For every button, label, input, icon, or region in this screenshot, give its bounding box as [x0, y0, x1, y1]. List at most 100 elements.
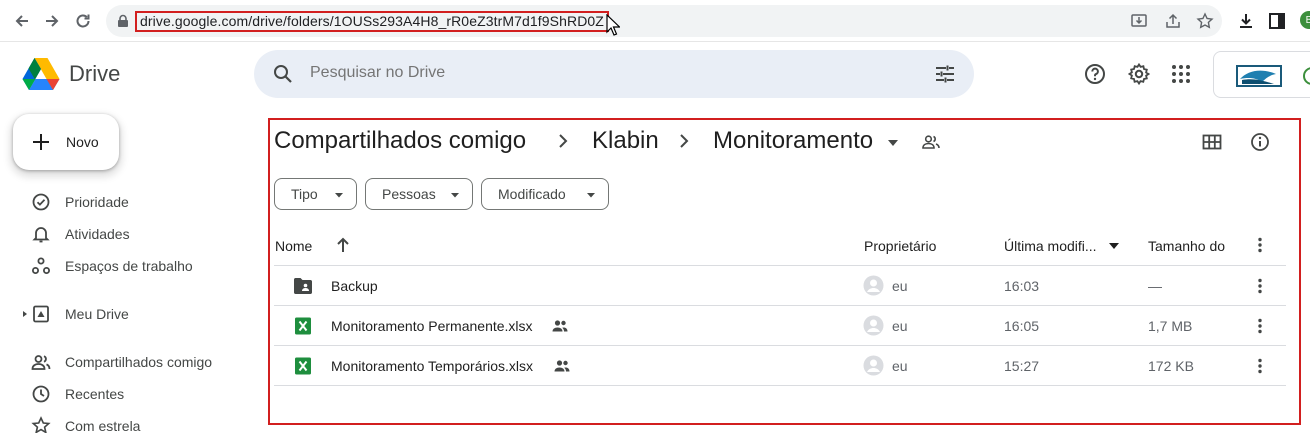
- sidebar-item-recent[interactable]: Recentes: [0, 379, 245, 409]
- sidebar-item-label: Recentes: [65, 386, 125, 402]
- sidebar-item-my-drive[interactable]: Meu Drive: [0, 299, 245, 329]
- app-title[interactable]: Drive: [69, 61, 120, 87]
- search-options-icon[interactable]: [934, 63, 956, 85]
- column-options-kebab-icon[interactable]: [1250, 235, 1270, 255]
- owner-avatar-icon: [863, 355, 884, 376]
- sort-dropdown-caret-icon[interactable]: [1108, 242, 1120, 250]
- sidebar-item-label: Meu Drive: [65, 306, 129, 322]
- breadcrumb-item[interactable]: Compartilhados comigo: [274, 127, 526, 155]
- install-app-icon[interactable]: [1130, 12, 1148, 30]
- divider: [274, 385, 1286, 386]
- plus-icon: [33, 134, 49, 150]
- folder-menu-caret-icon[interactable]: [887, 137, 899, 149]
- expand-caret-icon[interactable]: [21, 310, 29, 318]
- sidebar-item-label: Compartilhados comigo: [65, 354, 213, 370]
- account-avatar-icon: [1303, 67, 1310, 85]
- drive-page: drive.google.com/drive/folders/1OUSs293A…: [0, 0, 1310, 433]
- shared-people-icon: [552, 320, 568, 332]
- sidebar-item-shared-with-me[interactable]: Compartilhados comigo: [0, 347, 245, 377]
- file-name[interactable]: Monitoramento Permanente.xlsx: [331, 318, 533, 334]
- chevron-right-icon: [680, 134, 689, 148]
- sidebar-item-label: Espaços de trabalho: [65, 258, 193, 274]
- file-size: —: [1148, 278, 1162, 294]
- forward-icon[interactable]: [40, 9, 64, 33]
- file-owner: eu: [892, 358, 908, 374]
- back-icon[interactable]: [10, 9, 34, 33]
- sidebar-item-label: Com estrela: [65, 418, 141, 433]
- filter-chip-label: Tipo: [291, 186, 318, 202]
- file-name[interactable]: Backup: [331, 278, 378, 294]
- apps-grid-icon[interactable]: [1170, 63, 1192, 85]
- breadcrumb-current-folder[interactable]: Monitoramento: [713, 127, 873, 155]
- settings-gear-icon[interactable]: [1128, 63, 1150, 85]
- downloads-icon[interactable]: [1236, 11, 1256, 31]
- spreadsheet-icon: [295, 357, 311, 375]
- sidebar-item-activities[interactable]: Atividades: [0, 219, 245, 249]
- search-icon[interactable]: [272, 63, 294, 85]
- sort-ascending-arrow-icon[interactable]: [335, 236, 351, 254]
- owner-avatar-icon: [863, 315, 884, 336]
- chevron-down-icon: [587, 193, 595, 198]
- shared-folder-icon[interactable]: [921, 132, 941, 152]
- url-text[interactable]: drive.google.com/drive/folders/1OUSs293A…: [135, 11, 609, 32]
- file-size: 172 KB: [1148, 358, 1194, 374]
- chevron-right-icon: [559, 134, 568, 148]
- column-header-owner[interactable]: Proprietário: [864, 238, 936, 254]
- browser-toolbar: drive.google.com/drive/folders/1OUSs293A…: [0, 0, 1310, 42]
- file-name[interactable]: Monitoramento Temporários.xlsx: [331, 358, 533, 374]
- file-row[interactable]: Monitoramento Temporários.xlsx eu 15:27 …: [274, 346, 1286, 386]
- workspaces-icon: [32, 257, 50, 274]
- drive-logo-icon[interactable]: [22, 57, 60, 90]
- search-input[interactable]: [310, 64, 910, 82]
- filter-modified-chip[interactable]: Modificado: [481, 178, 609, 210]
- reload-icon[interactable]: [71, 9, 95, 33]
- shared-icon: [31, 355, 51, 370]
- sidebar-item-label: Atividades: [65, 226, 130, 242]
- file-size: 1,7 MB: [1148, 318, 1193, 334]
- chevron-down-icon: [335, 193, 343, 198]
- address-bar[interactable]: drive.google.com/drive/folders/1OUSs293A…: [106, 5, 1222, 37]
- column-header-size[interactable]: Tamanho do: [1148, 238, 1225, 254]
- clock-icon: [32, 385, 50, 403]
- priority-icon: [32, 193, 50, 211]
- filter-type-chip[interactable]: Tipo: [274, 178, 357, 210]
- file-row[interactable]: Monitoramento Permanente.xlsx eu 16:05 1…: [274, 306, 1286, 346]
- owner-avatar-icon: [863, 275, 884, 296]
- filter-chip-label: Modificado: [498, 186, 566, 202]
- bookmark-star-icon[interactable]: [1196, 12, 1214, 30]
- more-actions-kebab-icon[interactable]: [1250, 356, 1270, 376]
- more-actions-kebab-icon[interactable]: [1250, 276, 1270, 296]
- search-bar[interactable]: [254, 50, 974, 98]
- column-header-name[interactable]: Nome: [275, 238, 312, 254]
- sidebar-item-priority[interactable]: Prioridade: [0, 187, 245, 217]
- info-icon[interactable]: [1249, 131, 1271, 153]
- new-button-label: Novo: [66, 134, 99, 150]
- file-modified: 16:03: [1004, 278, 1040, 294]
- file-owner: eu: [892, 278, 908, 294]
- my-drive-icon: [33, 305, 49, 323]
- bell-icon: [32, 227, 50, 243]
- account-switcher[interactable]: [1213, 51, 1310, 98]
- organization-logo-icon: [1236, 65, 1282, 87]
- shared-folder-icon: [294, 278, 312, 294]
- side-panel-icon[interactable]: [1267, 11, 1287, 31]
- mouse-cursor-icon: [606, 14, 620, 36]
- help-icon[interactable]: [1084, 63, 1106, 85]
- file-row[interactable]: Backup eu 16:03 —: [274, 266, 1286, 306]
- file-modified: 15:27: [1004, 358, 1040, 374]
- column-header-modified[interactable]: Última modifi...: [1004, 238, 1097, 254]
- filter-people-chip[interactable]: Pessoas: [365, 178, 473, 210]
- file-owner: eu: [892, 318, 908, 334]
- star-icon: [31, 416, 51, 433]
- more-actions-kebab-icon[interactable]: [1250, 316, 1270, 336]
- share-page-icon[interactable]: [1164, 12, 1182, 30]
- new-button[interactable]: Novo: [13, 114, 119, 170]
- sidebar-item-starred[interactable]: Com estrela: [0, 411, 245, 433]
- sidebar-item-workspaces[interactable]: Espaços de trabalho: [0, 251, 245, 281]
- grid-view-icon[interactable]: [1201, 131, 1223, 153]
- browser-profile-avatar[interactable]: B: [1300, 11, 1310, 29]
- chevron-down-icon: [451, 193, 459, 198]
- shared-people-icon: [554, 360, 570, 372]
- lock-icon: [118, 14, 128, 27]
- breadcrumb-item[interactable]: Klabin: [592, 127, 659, 155]
